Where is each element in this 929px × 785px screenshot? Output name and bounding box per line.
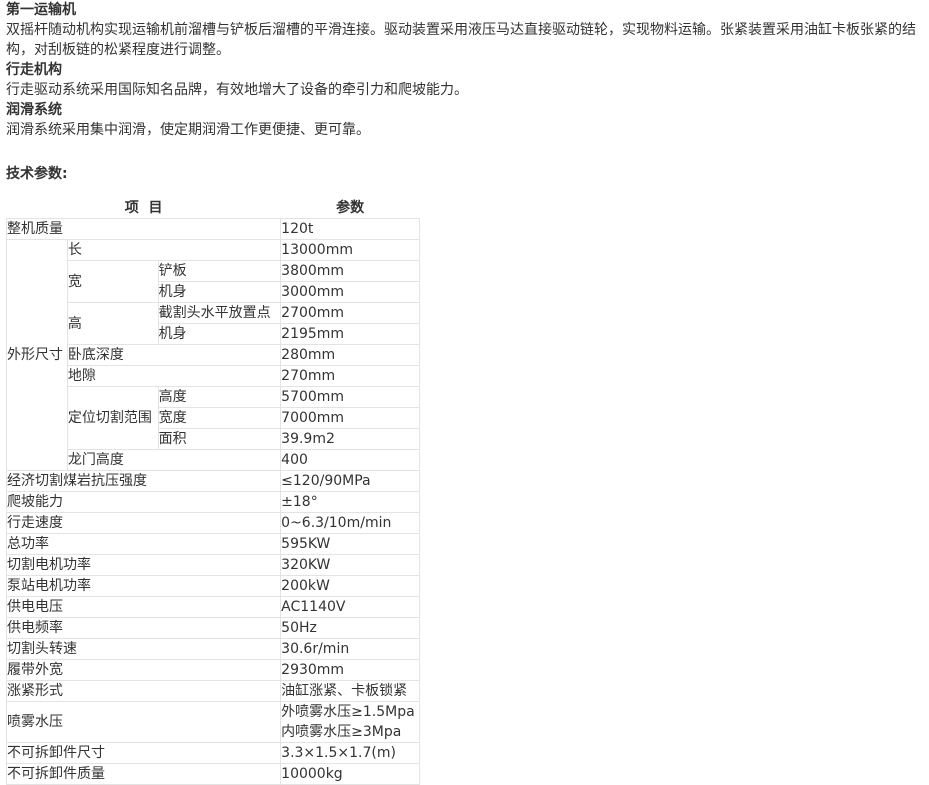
section-title-travel: 行走机构 [6,62,62,78]
table-row: 行走速度 0~6.3/10m/min [5,512,420,534]
table-row: 切割头转速 30.6r/min [5,638,420,660]
row-value: 50Hz [280,617,420,639]
row-label: 切割电机功率 [5,554,282,576]
row-label: 长 [66,239,282,261]
row-label: 经济切割煤岩抗压强度 [5,470,282,492]
row-sub-label: 宽 [66,260,159,303]
row-value: 270mm [280,365,420,387]
row-group-label: 外形尺寸 [6,239,68,471]
section-body-conveyor: 双摇杆随动机构实现运输机前溜槽与铲板后溜槽的平滑连接。驱动装置采用液压马达直接驱… [6,22,916,58]
table-row: 喷雾水压 外喷雾水压≥1.5Mpa 内喷雾水压≥3Mpa [5,701,420,743]
table-row: 宽 铲板 3800mm [7,260,420,303]
row-label: 机身 [157,323,282,345]
table-row: 不可拆卸件尺寸 3.3×1.5×1.7(m) [5,742,420,764]
row-value: 0~6.3/10m/min [280,512,420,534]
row-label: 行走速度 [5,512,282,534]
table-row: 供电电压 AC1140V [5,596,420,618]
row-label: 整机质量 [5,218,282,240]
row-label: 不可拆卸件质量 [5,763,282,785]
section-title-conveyor: 第一运输机 [6,2,76,18]
table-row: 切割电机功率 320KW [5,554,420,576]
row-label: 喷雾水压 [5,701,282,743]
spec-title: 技术参数: [6,166,68,182]
row-label: 供电电压 [5,596,282,618]
row-value: 2930mm [280,659,420,681]
table-row: 高 截割头水平放置点 2700mm [7,302,420,345]
spec-header-row: 项 目 参数 [7,198,420,219]
row-label: 履带外宽 [5,659,282,681]
row-value: 120t [280,218,420,240]
row-value: 320KW [280,554,420,576]
table-row: 外形尺寸 长 13000mm [6,239,420,471]
row-label: 龙门高度 [66,449,282,471]
row-value: 7000mm [280,407,420,429]
row-value: 2700mm [280,302,420,324]
table-row: 涨紧形式 油缸涨紧、卡板锁紧 [5,680,420,702]
row-value: 10000kg [280,763,420,785]
row-label: 供电频率 [5,617,282,639]
row-label: 宽度 [157,407,282,429]
row-value: 油缸涨紧、卡板锁紧 [280,680,420,702]
row-label: 地隙 [66,365,282,387]
document: 第一运输机 双摇杆随动机构实现运输机前溜槽与铲板后溜槽的平滑连接。驱动装置采用液… [0,0,929,785]
row-value: 2195mm [280,323,420,345]
table-row: 供电频率 50Hz [5,617,420,639]
section-title-lubrication: 润滑系统 [6,102,62,118]
row-value: 外喷雾水压≥1.5Mpa 内喷雾水压≥3Mpa [280,701,420,743]
row-label: 卧底深度 [66,344,282,366]
row-value: 13000mm [280,239,420,261]
table-row: 爬坡能力 ±18° [5,491,420,513]
row-value: 3800mm [280,260,420,282]
table-row: 总功率 595KW [5,533,420,555]
row-label: 涨紧形式 [5,680,282,702]
row-value: ±18° [280,491,420,513]
section-body-lubrication: 润滑系统采用集中润滑，使定期润滑工作更便捷、更可靠。 [6,122,370,138]
col-param-header: 参数 [336,200,365,216]
row-label: 切割头转速 [5,638,282,660]
row-sub-label: 定位切割范围 [66,386,159,450]
table-row: 不可拆卸件质量 10000kg [5,763,420,785]
row-value: 400 [280,449,420,471]
table-row: 卧底深度 280mm [7,344,420,366]
table-row: 经济切割煤岩抗压强度 ≤120/90MPa [5,470,420,492]
row-value: ≤120/90MPa [280,470,420,492]
row-value: 3.3×1.5×1.7(m) [280,742,420,764]
spray-outer-value: 外喷雾水压≥1.5Mpa [281,704,415,720]
col-item-header: 项 目 [124,200,163,216]
row-value: 280mm [280,344,420,366]
section-body-travel: 行走驱动系统采用国际知名品牌，有效地增大了设备的牵引力和爬坡能力。 [6,82,468,98]
row-label: 高度 [157,386,282,408]
row-sub-label: 高 [66,302,159,345]
table-row: 龙门高度 400 [7,449,420,471]
table-row: 地隙 270mm [7,365,420,387]
table-row: 定位切割范围 高度 5700mm [7,386,420,450]
row-label: 泵站电机功率 [5,575,282,597]
row-label: 面积 [157,428,282,450]
row-label: 爬坡能力 [5,491,282,513]
row-value: 39.9m2 [280,428,420,450]
row-label: 总功率 [5,533,282,555]
spec-table: 项 目 参数 整机质量 120t 外形尺寸 长 13000mm 宽 铲板 380… [5,198,420,785]
row-value: AC1140V [280,596,420,618]
table-row: 履带外宽 2930mm [5,659,420,681]
row-value: 200kW [280,575,420,597]
spray-inner-value: 内喷雾水压≥3Mpa [281,724,402,740]
row-value: 3000mm [280,281,420,303]
row-value: 5700mm [280,386,420,408]
row-label: 铲板 [157,260,282,282]
row-value: 595KW [280,533,420,555]
table-row: 泵站电机功率 200kW [5,575,420,597]
row-value: 30.6r/min [280,638,420,660]
row-label: 截割头水平放置点 [157,302,282,324]
row-label: 机身 [157,281,282,303]
row-label: 不可拆卸件尺寸 [5,742,282,764]
table-row: 整机质量 120t [5,218,420,240]
